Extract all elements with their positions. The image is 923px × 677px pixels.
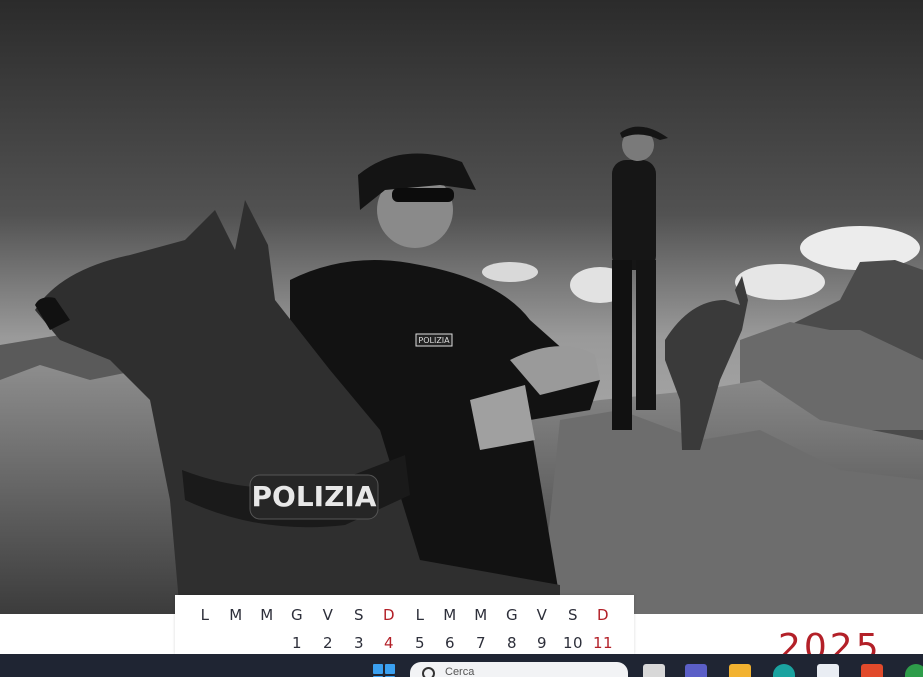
- day-number-sunday: 11: [592, 634, 614, 652]
- harness-label: POLIZIA: [252, 480, 377, 513]
- weekday-label: V: [536, 606, 548, 624]
- teams-icon[interactable]: [685, 664, 707, 677]
- day-number: 1: [291, 634, 303, 652]
- calendar-year: 2025: [778, 628, 882, 654]
- calendar-photo: POLIZIA POLIZIA: [0, 0, 923, 614]
- day-number: 6: [444, 634, 456, 652]
- folder-icon[interactable]: [729, 664, 751, 677]
- weekday-label-sunday: D: [382, 606, 396, 624]
- weekday-label: L: [200, 606, 210, 624]
- app-icon[interactable]: [861, 664, 883, 677]
- weekday-row: L M M G V S D L M M G V S D: [175, 606, 634, 626]
- search-icon: [422, 667, 435, 677]
- weekday-label: G: [290, 606, 304, 624]
- calendar-grid: L M M G V S D L M M G V S D 1 2 3 4 5 6 …: [175, 595, 634, 655]
- day-number: 3: [353, 634, 365, 652]
- taskbar: Cerca: [0, 654, 923, 677]
- day-number: 5: [414, 634, 426, 652]
- weekday-label-sunday: D: [596, 606, 610, 624]
- weekday-label: M: [443, 606, 457, 624]
- search-placeholder: Cerca: [445, 666, 475, 677]
- weekday-label: G: [505, 606, 519, 624]
- chest-patch-text: POLIZIA: [418, 336, 450, 345]
- day-number: 2: [322, 634, 334, 652]
- chrome-icon[interactable]: [905, 664, 923, 677]
- day-number-row: 1 2 3 4 5 6 7 8 9 10 11: [175, 634, 634, 654]
- weekday-label: V: [322, 606, 334, 624]
- day-number: 10: [562, 634, 584, 652]
- day-number: 9: [536, 634, 548, 652]
- police-dogs-photo-illustration: POLIZIA POLIZIA: [0, 0, 923, 614]
- store-icon[interactable]: [817, 664, 839, 677]
- day-number-sunday: 4: [383, 634, 395, 652]
- weekday-label: S: [567, 606, 579, 624]
- windows-start-icon[interactable]: [373, 664, 395, 677]
- taskbar-search-box[interactable]: Cerca: [410, 662, 628, 677]
- weekday-label: M: [260, 606, 274, 624]
- weekday-label: M: [229, 606, 243, 624]
- weekday-label: M: [474, 606, 488, 624]
- weekday-label: S: [353, 606, 365, 624]
- day-number: 8: [506, 634, 518, 652]
- file-manager-icon[interactable]: [643, 664, 665, 677]
- weekday-label: L: [415, 606, 425, 624]
- edge-icon[interactable]: [773, 664, 795, 677]
- day-number: 7: [475, 634, 487, 652]
